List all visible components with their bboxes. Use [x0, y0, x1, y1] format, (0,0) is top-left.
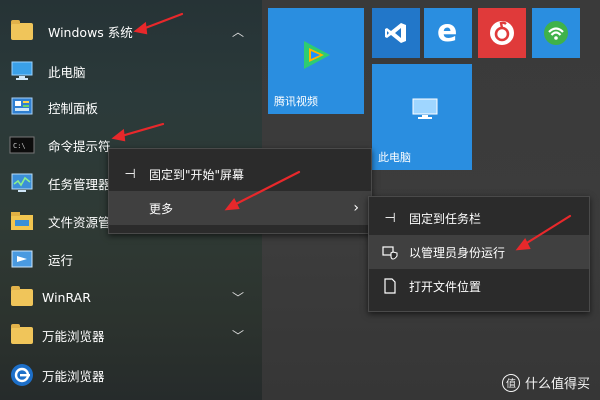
browser-icon — [8, 361, 36, 389]
svg-text:C:\: C:\ — [13, 142, 26, 150]
context-menu: ⊣ 固定到"开始"屏幕 更多 › — [108, 148, 372, 234]
list-item-label: 任务管理器 — [48, 176, 111, 192]
wifi-icon — [544, 21, 568, 45]
menu-item-pin-to-start[interactable]: ⊣ 固定到"开始"屏幕 — [109, 157, 371, 191]
menu-item-run-as-admin[interactable]: 以管理员身份运行 — [369, 235, 589, 269]
list-item-control-panel[interactable]: 控制面板 — [0, 88, 262, 126]
list-item-run[interactable]: 运行 — [0, 240, 262, 278]
menu-item-label: 更多 — [149, 201, 174, 216]
more-submenu: ⊣ 固定到任务栏 以管理员身份运行 打开文件位置 — [368, 196, 590, 312]
menu-item-label: 打开文件位置 — [409, 279, 482, 294]
menu-item-more[interactable]: 更多 › — [109, 191, 371, 225]
watermark-text: 什么值得买 — [524, 377, 590, 392]
folder-icon — [8, 283, 36, 311]
folder-icon — [8, 321, 36, 349]
list-item-label: 命令提示符 — [48, 138, 111, 154]
list-item-label: WinRAR — [42, 289, 91, 305]
tile-label: 此电脑 — [378, 151, 411, 164]
this-pc-icon — [8, 57, 36, 85]
menu-item-label: 固定到"开始"屏幕 — [149, 167, 245, 182]
list-item-browser-app[interactable]: 万能浏览器 — [0, 356, 262, 394]
tile-this-pc[interactable]: 此电脑 — [372, 64, 472, 170]
tencent-video-icon — [304, 41, 330, 69]
tile-wifi-app[interactable] — [532, 8, 580, 58]
menu-item-label: 固定到任务栏 — [409, 211, 482, 226]
menu-item-label: 以管理员身份运行 — [409, 245, 506, 260]
list-item-winrar[interactable]: WinRAR ﹀ — [0, 278, 262, 316]
menu-item-pin-to-taskbar[interactable]: ⊣ 固定到任务栏 — [369, 201, 589, 235]
tile-netease-music[interactable] — [478, 8, 526, 58]
control-panel-icon — [8, 93, 36, 121]
chevron-right-icon: › — [353, 200, 359, 216]
list-item-this-pc[interactable]: 此电脑 — [0, 52, 262, 90]
list-item-browser-folder[interactable]: 万能浏览器 ﹀ — [0, 316, 262, 354]
tile-tencent-video[interactable]: 腾讯视频 — [268, 8, 364, 114]
smzdm-logo-icon: 值 — [501, 373, 520, 392]
list-item-label: 万能浏览器 — [42, 328, 105, 344]
run-icon — [8, 245, 36, 273]
cmd-icon: C:\ — [8, 131, 36, 159]
netease-music-icon — [490, 21, 514, 45]
admin-shield-icon — [381, 243, 399, 261]
tile-edge[interactable]: e — [424, 8, 472, 58]
list-item-windows-system[interactable]: Windows 系统 ︿ — [0, 12, 262, 50]
folder-icon — [8, 17, 36, 45]
watermark: 值 什么值得买 — [501, 373, 590, 392]
pin-icon: ⊣ — [384, 210, 396, 226]
file-explorer-icon — [8, 207, 36, 235]
this-pc-icon — [412, 98, 438, 119]
pin-icon: ⊣ — [124, 166, 136, 182]
edge-icon: e — [437, 14, 458, 49]
list-item-label: 控制面板 — [48, 100, 99, 116]
chevron-up-icon[interactable]: ︿ — [232, 23, 244, 40]
chevron-down-icon[interactable]: ﹀ — [232, 289, 244, 306]
list-item-label: 万能浏览器 — [42, 368, 105, 384]
list-item-label: 运行 — [48, 252, 74, 268]
menu-item-open-file-location[interactable]: 打开文件位置 — [369, 269, 589, 303]
tile-visual-studio[interactable] — [372, 8, 420, 58]
list-item-label: 此电脑 — [48, 64, 86, 80]
chevron-down-icon[interactable]: ﹀ — [232, 327, 244, 344]
file-icon — [381, 277, 399, 295]
list-item-label: Windows 系统 — [48, 24, 133, 40]
tile-label: 腾讯视频 — [274, 95, 318, 108]
task-manager-icon — [8, 169, 36, 197]
visual-studio-icon — [385, 23, 406, 43]
